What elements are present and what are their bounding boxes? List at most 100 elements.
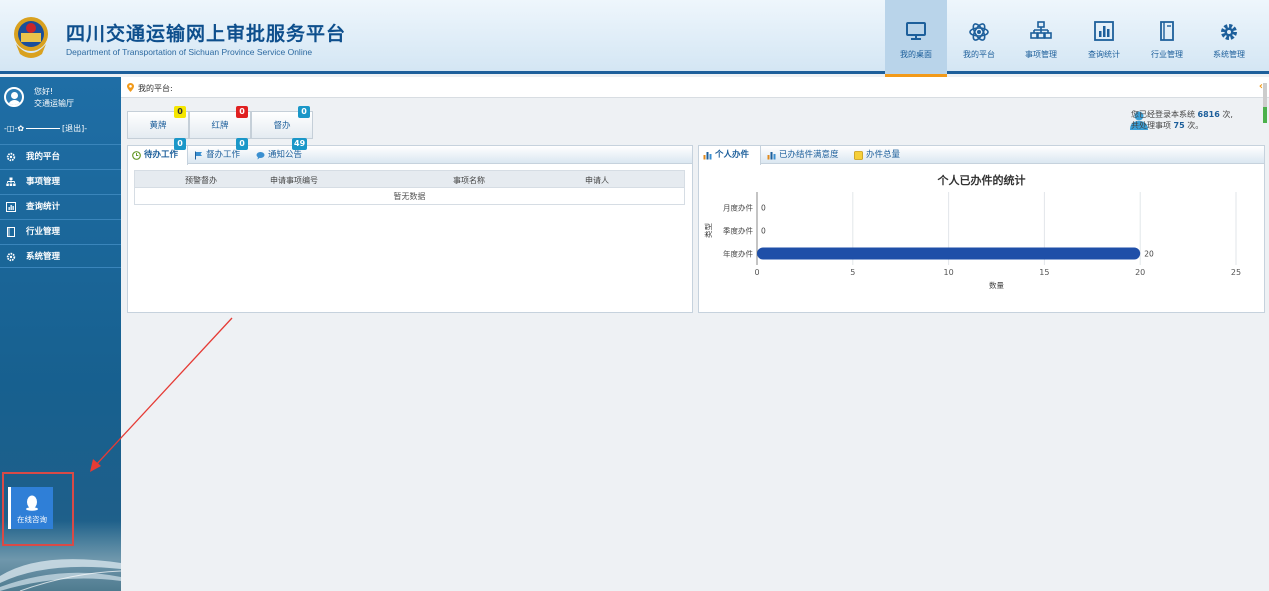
nav-my-platform[interactable]: 我的平台 (948, 0, 1010, 74)
sidebar-item-query-stats[interactable]: 查询统计 (0, 194, 121, 218)
collapse-icon[interactable]: -◫- (4, 124, 17, 133)
logout-link[interactable]: [退出] (62, 124, 84, 133)
main-content: 我的平台: ‹ 黄牌 0 红牌 0 督办 0 您已经登录本系统 6816 次, … (121, 77, 1269, 591)
tab-label: 办件总量 (866, 150, 901, 160)
data-label: 0 (761, 227, 766, 236)
column-header: 申请事项编号 (270, 176, 318, 185)
y-axis-title: 类型 (703, 223, 713, 238)
x-tick-label: 10 (944, 268, 954, 277)
handled-count-suffix: 次。 (1187, 121, 1204, 130)
data-label: 20 (1144, 250, 1154, 259)
chat-bubble-icon (256, 152, 265, 160)
login-count: 6816 (1197, 110, 1220, 119)
nav-label: 事项管理 (1025, 50, 1057, 59)
nav-label: 查询统计 (1088, 50, 1120, 59)
stats-panel: 个人办件 已办结件满意度 办件总量 个人已办件的统计 0 5 10 15 20 25 月度办… (698, 145, 1265, 313)
scrollbar[interactable] (1263, 83, 1267, 123)
sidebar-item-label: 行业管理 (26, 227, 61, 237)
breadcrumb: 我的平台: ‹ (121, 77, 1269, 98)
bar (757, 247, 1141, 260)
tab-notices[interactable]: 通知公告 49 (252, 138, 312, 164)
bar-chart-icon (6, 202, 16, 212)
monitor-icon (906, 22, 926, 40)
online-consult-button[interactable]: 在线咨询 (8, 487, 53, 529)
tab-badge: 0 (236, 138, 248, 150)
app-subtitle: Department of Transportation of Sichuan … (66, 47, 313, 57)
login-count-suffix: 次, (1222, 110, 1233, 119)
greeting: 您好! (34, 87, 54, 96)
location-pin-icon (127, 83, 134, 92)
sitemap-icon (1030, 21, 1052, 39)
sidebar-item-label: 查询统计 (26, 202, 61, 212)
yellow-card-button[interactable]: 黄牌 0 (127, 106, 189, 139)
work-tabbar: 待办工作 0 督办工作 0 通知公告 49 (128, 138, 692, 165)
tab-label: 督办工作 (206, 150, 241, 160)
tab-todo[interactable]: 待办工作 0 (128, 138, 188, 165)
gear-icon (1221, 24, 1237, 40)
book-icon (7, 227, 15, 237)
gear-icon (6, 252, 16, 262)
nav-label: 我的桌面 (900, 50, 932, 59)
nav-item-management[interactable]: 事项管理 (1010, 0, 1072, 74)
counter-badge: 0 (236, 106, 248, 118)
tab-badge: 49 (292, 138, 308, 150)
counter-badge: 0 (174, 106, 186, 118)
sidebar-item-label: 我的平台 (26, 152, 61, 162)
settings-icon[interactable]: ✿ (17, 124, 24, 133)
tab-label: 个人办件 (715, 150, 750, 160)
y-tick-label: 月度办件 (723, 203, 753, 213)
tab-satisfaction[interactable]: 已办结件满意度 (763, 146, 848, 164)
x-tick-label: 5 (850, 268, 855, 277)
note-icon (854, 151, 863, 160)
data-label: 0 (761, 204, 766, 213)
sidebar-item-label: 系统管理 (26, 252, 61, 262)
counter-label: 黄牌 (149, 121, 167, 131)
supervise-button[interactable]: 督办 0 (251, 106, 313, 139)
counter-badge: 0 (298, 106, 310, 118)
login-count-prefix: 您已经登录本系统 (1131, 110, 1195, 119)
sidebar-item-item-management[interactable]: 事项管理 (0, 169, 121, 193)
nav-label: 行业管理 (1151, 50, 1183, 59)
work-panel: 待办工作 0 督办工作 0 通知公告 49 预警督办 申请事项编号 事项名称 申… (127, 138, 693, 313)
y-tick-label: 年度办件 (723, 249, 753, 259)
bar-chart-icon (1094, 21, 1114, 41)
sidebar-item-system-management[interactable]: 系统管理 (0, 244, 121, 268)
nav-system-management[interactable]: 系统管理 (1198, 0, 1260, 74)
tab-badge: 0 (174, 138, 186, 150)
tab-label: 通知公告 (268, 150, 303, 160)
nav-label: 我的平台 (963, 50, 995, 59)
atom-icon (969, 23, 989, 41)
x-axis-title: 数量 (989, 280, 1004, 290)
column-header: 预警督办 (185, 176, 217, 185)
clock-icon (132, 151, 141, 160)
nav-industry-management[interactable]: 行业管理 (1136, 0, 1198, 74)
tab-personal-cases[interactable]: 个人办件 (699, 146, 761, 165)
tab-supervise[interactable]: 督办工作 0 (190, 138, 250, 164)
column-header: 申请人 (585, 176, 609, 185)
sidebar-item-label: 事项管理 (26, 177, 61, 187)
sitemap-icon (6, 177, 16, 186)
sidebar-item-industry-management[interactable]: 行业管理 (0, 219, 121, 243)
emblem-logo (14, 17, 48, 58)
nav-my-desktop[interactable]: 我的桌面 (885, 0, 947, 77)
tab-label: 已办结件满意度 (779, 150, 839, 160)
flag-icon (195, 151, 202, 160)
bar-chart-icon (703, 152, 712, 160)
nav-query-stats[interactable]: 查询统计 (1073, 0, 1135, 74)
sidebar-item-my-platform[interactable]: 我的平台 (0, 144, 121, 168)
counter-label: 督办 (273, 121, 291, 131)
sidebar-toolbar: -◫-✿ [退出]- (4, 124, 88, 133)
stats-tabbar: 个人办件 已办结件满意度 办件总量 (699, 146, 1264, 165)
chart-title: 个人已办件的统计 (937, 174, 1026, 187)
red-card-button[interactable]: 红牌 0 (189, 106, 251, 139)
app-title: 四川交通运输网上审批服务平台 (66, 23, 347, 45)
gear-icon (6, 152, 16, 162)
book-icon (1160, 21, 1174, 41)
bar-chart: 0 5 10 15 20 25月度办件 0季度办件 0年度办件 20数量类型 (703, 192, 1241, 290)
breadcrumb-label: 我的平台: (138, 84, 173, 93)
table-header: 预警督办 申请事项编号 事项名称 申请人 (135, 171, 684, 187)
tab-total-cases[interactable]: 办件总量 (850, 146, 910, 164)
nav-label: 系统管理 (1213, 50, 1245, 59)
bar-chart-icon (767, 152, 776, 160)
x-tick-label: 20 (1135, 268, 1145, 277)
